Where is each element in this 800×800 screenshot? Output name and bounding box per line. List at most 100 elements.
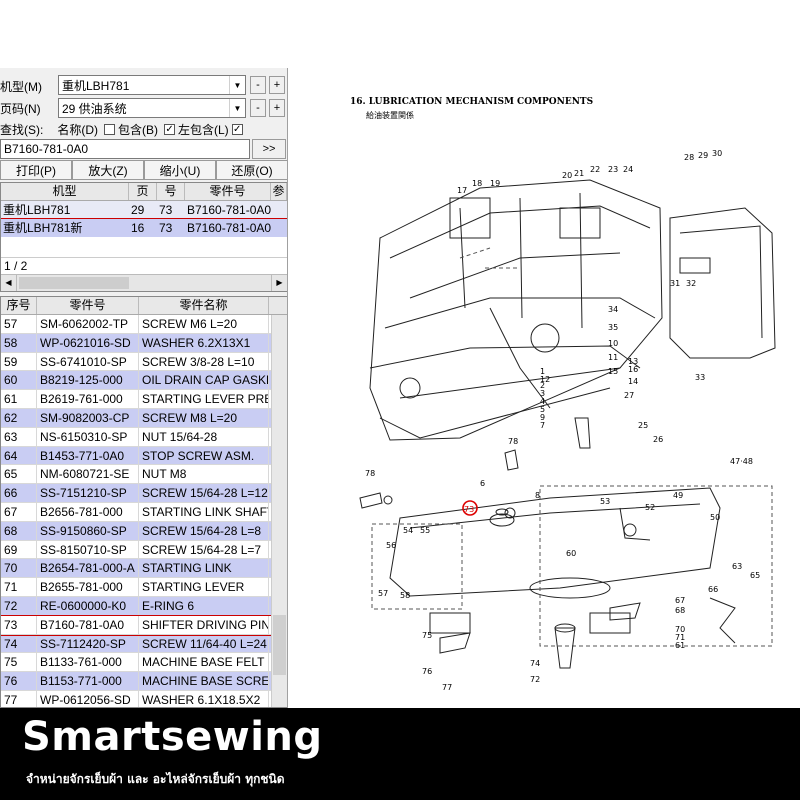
- scroll-thumb[interactable]: [19, 277, 129, 289]
- model-minus-button[interactable]: -: [250, 76, 266, 94]
- cell-part-no: B2619-761-000: [37, 390, 139, 408]
- restore-button[interactable]: 还原(O): [216, 160, 287, 180]
- search-input[interactable]: B7160-781-0A0: [0, 139, 250, 159]
- col-part-no[interactable]: 零件号: [185, 183, 271, 200]
- zoom-out-button[interactable]: 缩小(U): [144, 160, 216, 180]
- col-part-no[interactable]: 零件号: [37, 297, 139, 314]
- table-row[interactable]: 73 B7160-781-0A0 SHIFTER DRIVING PIN: [1, 614, 287, 636]
- cell-part-name: SCREW 15/64-28 L=12: [139, 484, 269, 502]
- page-label: 页码(N): [0, 101, 41, 116]
- cell-seq: 77: [1, 690, 37, 707]
- table-row[interactable]: 59 SS-6741010-SP SCREW 3/8-28 L=10: [1, 352, 287, 372]
- scroll-left-icon[interactable]: ◀: [1, 275, 17, 291]
- table-row[interactable]: 58 WP-0621016-SD WASHER 6.2X13X1: [1, 333, 287, 353]
- table-row[interactable]: 重机LBH781 29 73 B7160-781-0A0: [1, 201, 287, 219]
- table-row[interactable]: 61 B2619-761-000 STARTING LEVER PRES: [1, 390, 287, 409]
- include-label: 包含(B): [118, 122, 159, 137]
- table-row[interactable]: 65 NM-6080721-SE NUT M8: [1, 465, 287, 485]
- cell-seq: 72: [1, 596, 37, 615]
- cell-seq: 70: [1, 559, 37, 578]
- extra-checkbox[interactable]: ✓: [231, 123, 243, 135]
- cell-part-name: STARTING LINK SHAFT: [139, 502, 269, 521]
- page-plus-button[interactable]: +: [269, 99, 285, 117]
- col-page[interactable]: 页: [129, 183, 157, 200]
- table-row[interactable]: 74 SS-7112420-SP SCREW 11/64-40 L=24: [1, 634, 287, 654]
- label-34: 34: [608, 305, 618, 314]
- label-47-48: 47·48: [730, 457, 753, 466]
- top-blank-area: [0, 0, 800, 68]
- table-row[interactable]: 60 B8219-125-000 OIL DRAIN CAP GASKE: [1, 371, 287, 391]
- table-row[interactable]: 66 SS-7151210-SP SCREW 15/64-28 L=12: [1, 484, 287, 503]
- include-checkbox[interactable]: [104, 123, 116, 135]
- table-row[interactable]: 69 SS-8150710-SP SCREW 15/64-28 L=7: [1, 540, 287, 560]
- table-row[interactable]: 75 B1133-761-000 MACHINE BASE FELT P: [1, 653, 287, 673]
- parts-scroll-thumb[interactable]: [273, 615, 286, 675]
- table-row[interactable]: 71 B2655-781-000 STARTING LEVER: [1, 578, 287, 597]
- search-go-button[interactable]: >>: [252, 139, 286, 159]
- name-option-label[interactable]: 名称(D): [57, 121, 98, 138]
- table-row[interactable]: 63 NS-6150310-SP NUT 15/64-28: [1, 427, 287, 447]
- col-ref[interactable]: 参: [271, 183, 287, 200]
- exploded-diagram[interactable]: 16. LUBRICATION MECHANISM COMPONENTS 給油装…: [290, 68, 800, 708]
- label-74: 74: [530, 659, 540, 668]
- page-select[interactable]: 29 供油系统 ▼: [58, 98, 246, 118]
- results-scrollbar[interactable]: ◀ ▶: [1, 274, 287, 291]
- scroll-right-icon[interactable]: ▶: [271, 275, 287, 291]
- table-row[interactable]: 70 B2654-781-000-A STARTING LINK: [1, 559, 287, 579]
- parts-scrollbar[interactable]: [271, 315, 287, 707]
- table-row[interactable]: 64 B1453-771-0A0 STOP SCREW ASM.: [1, 446, 287, 466]
- diagram-title: 16. LUBRICATION MECHANISM COMPONENTS: [350, 97, 593, 107]
- page-row: 页码(N): [0, 98, 41, 118]
- label-49: 49: [673, 491, 683, 500]
- table-row[interactable]: 72 RE-0600000-K0 E-RING 6: [1, 596, 287, 616]
- model-select-value: 重机LBH781: [62, 78, 130, 93]
- cell-part-name: NUT M8: [139, 465, 269, 484]
- col-part-name[interactable]: 零件名称: [139, 297, 269, 314]
- search-input-value: B7160-781-0A0: [4, 142, 89, 156]
- table-row[interactable]: 76 B1153-771-000 MACHINE BASE SCREW: [1, 672, 287, 691]
- cell-part-name: SCREW 15/64-28 L=7: [139, 540, 269, 559]
- table-row[interactable]: 67 B2656-781-000 STARTING LINK SHAFT: [1, 502, 287, 522]
- label-66: 66: [708, 585, 718, 594]
- model-label: 机型(M): [0, 79, 42, 94]
- table-row[interactable]: 重机LBH781新 16 73 B7160-781-0A0: [1, 219, 287, 237]
- label-67: 67: [675, 596, 685, 605]
- table-row[interactable]: 57 SM-6062002-TP SCREW M6 L=20: [1, 315, 287, 334]
- label-65: 65: [750, 571, 760, 580]
- cell-part-name: STARTING LINK: [139, 559, 269, 578]
- cell-part-no: B1453-771-0A0: [37, 446, 139, 465]
- cell-part-name: STARTING LEVER PRES: [139, 390, 269, 408]
- label-72: 72: [530, 675, 540, 684]
- label-63: 63: [732, 562, 742, 571]
- label-25: 25: [638, 421, 648, 430]
- cell-part-name: SCREW 11/64-40 L=24: [139, 634, 269, 653]
- table-row[interactable]: 68 SS-9150860-SP SCREW 15/64-28 L=8: [1, 521, 287, 541]
- cell-model: 重机LBH781新: [1, 219, 129, 237]
- col-number[interactable]: 号: [157, 183, 185, 200]
- cell-part-no: B7160-781-0A0: [185, 219, 287, 237]
- label-23: 23: [608, 165, 618, 174]
- cell-seq: 63: [1, 427, 37, 446]
- label-20: 20: [562, 171, 572, 180]
- cell-part-name: E-RING 6: [139, 596, 269, 615]
- label-30: 30: [712, 149, 722, 158]
- label-15: 15: [608, 367, 618, 376]
- results-header: 机型 页 号 零件号 参: [1, 183, 287, 201]
- print-button[interactable]: 打印(P): [0, 160, 72, 180]
- page-minus-button[interactable]: -: [250, 99, 266, 117]
- col-seq[interactable]: 序号: [1, 297, 37, 314]
- label-75: 75: [422, 631, 432, 640]
- label-78a: 78: [508, 437, 518, 446]
- zoom-in-button[interactable]: 放大(Z): [72, 160, 144, 180]
- cell-part-no: B8219-125-000: [37, 371, 139, 390]
- model-plus-button[interactable]: +: [269, 76, 285, 94]
- table-row[interactable]: 62 SM-9082003-CP SCREW M8 L=20: [1, 408, 287, 428]
- label-56: 56: [386, 541, 396, 550]
- diagram-labels: 17 18 19 20 21 22 23 24 28 29 30 31 32 3…: [365, 149, 760, 692]
- table-row[interactable]: 77 WP-0612056-SD WASHER 6.1X18.5X2: [1, 690, 287, 707]
- left-include-label: 左包含(L): [178, 122, 229, 137]
- col-model[interactable]: 机型: [1, 183, 129, 200]
- label-77: 77: [442, 683, 452, 692]
- left-include-checkbox[interactable]: ✓: [164, 123, 176, 135]
- model-select[interactable]: 重机LBH781 ▼: [58, 75, 246, 95]
